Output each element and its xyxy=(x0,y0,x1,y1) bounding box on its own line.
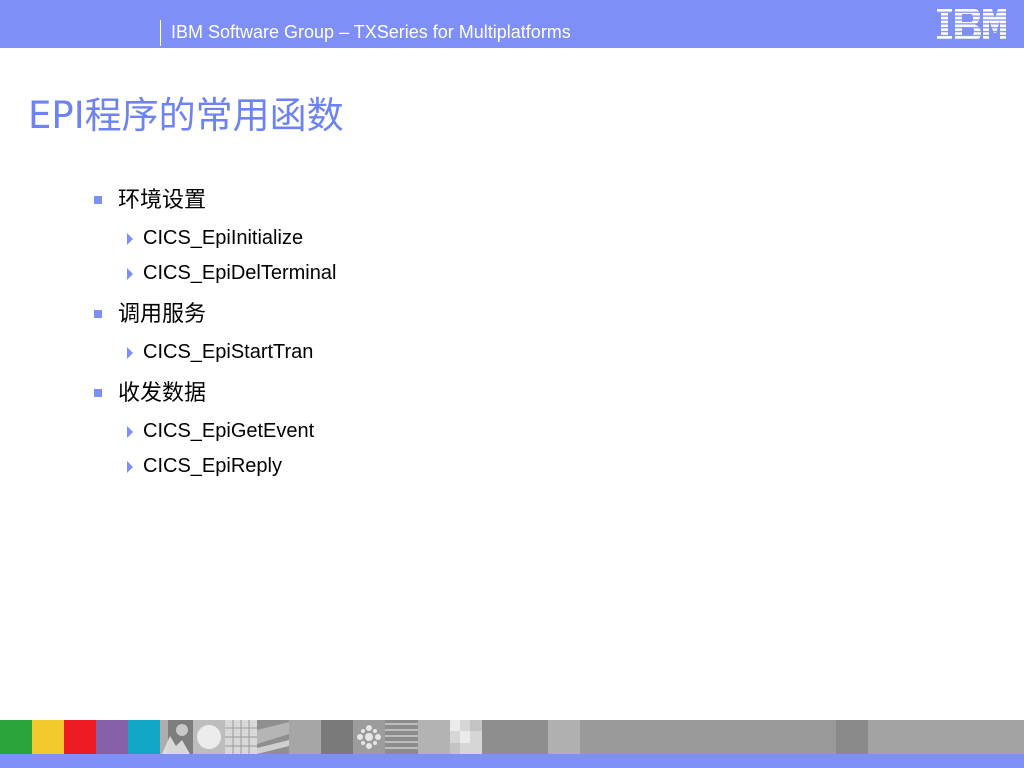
footer-texture-tile xyxy=(257,720,289,754)
section-heading: 收发数据 xyxy=(94,380,207,408)
square-bullet-icon xyxy=(94,310,102,318)
footer-circle-tile xyxy=(193,720,225,754)
footer-purple-tile xyxy=(96,720,128,754)
triangle-bullet-icon xyxy=(127,268,133,280)
triangle-bullet-icon xyxy=(127,233,133,245)
square-bullet-icon xyxy=(94,196,102,204)
footer-grid-icon xyxy=(225,720,257,754)
footer-strip xyxy=(0,754,1024,768)
list-item: CICS_EpiDelTerminal xyxy=(127,260,337,286)
footer-checker-tile xyxy=(450,720,482,754)
footer-red-tile xyxy=(64,720,96,754)
footer-yellow-tile xyxy=(32,720,64,754)
header-title: IBM Software Group – TXSeries for Multip… xyxy=(171,22,571,42)
footer-dark-band xyxy=(836,720,868,754)
list-item: CICS_EpiGetEvent xyxy=(127,418,315,444)
list-item-label: CICS_EpiGetEvent xyxy=(143,420,315,442)
footer-dark-tile xyxy=(321,720,353,754)
footer-circle-icon xyxy=(197,725,221,749)
section-heading: 环境设置 xyxy=(94,187,207,215)
list-item-label: CICS_EpiStartTran xyxy=(143,341,314,363)
footer-flower-tile xyxy=(353,720,385,754)
triangle-bullet-icon xyxy=(127,347,133,359)
footer-texture-icon xyxy=(257,722,289,754)
list-item: CICS_EpiInitialize xyxy=(127,225,304,251)
footer-cyan-tile xyxy=(128,720,160,754)
footer-green-tile xyxy=(0,720,32,754)
footer-band xyxy=(0,720,1024,754)
footer-end-band xyxy=(868,720,1024,754)
section-label: 收发数据 xyxy=(118,381,207,406)
section-label: 环境设置 xyxy=(118,188,207,213)
section-label: 调用服务 xyxy=(118,302,207,327)
footer-photo-icon xyxy=(160,720,190,754)
footer-mid-tile xyxy=(482,720,548,754)
list-item-label: CICS_EpiReply xyxy=(143,455,282,477)
footer-grid-tile xyxy=(225,720,257,754)
footer-checker-icon xyxy=(450,720,482,754)
triangle-bullet-icon xyxy=(127,426,133,438)
footer-lines-tile xyxy=(385,720,418,754)
footer-gray-band xyxy=(580,720,836,754)
square-bullet-icon xyxy=(94,389,102,397)
ibm-logo xyxy=(937,9,1006,40)
page-title: EPI程序的常用函数 xyxy=(28,94,344,137)
footer-gray-tile xyxy=(418,720,450,754)
footer-flower-icon xyxy=(357,725,381,749)
list-item: CICS_EpiStartTran xyxy=(127,339,314,365)
section-heading: 调用服务 xyxy=(94,301,207,329)
footer-photo-tile xyxy=(160,720,193,754)
list-item: CICS_EpiReply xyxy=(127,453,282,479)
header-divider xyxy=(160,20,161,46)
header-bar: IBM Software Group – TXSeries for Multip… xyxy=(0,0,1024,48)
footer-light-tile xyxy=(548,720,580,754)
list-item-label: CICS_EpiDelTerminal xyxy=(143,262,337,284)
footer-blur-tile xyxy=(289,720,321,754)
list-item-label: CICS_EpiInitialize xyxy=(143,227,304,249)
triangle-bullet-icon xyxy=(127,461,133,473)
footer-lines-icon xyxy=(385,723,418,749)
